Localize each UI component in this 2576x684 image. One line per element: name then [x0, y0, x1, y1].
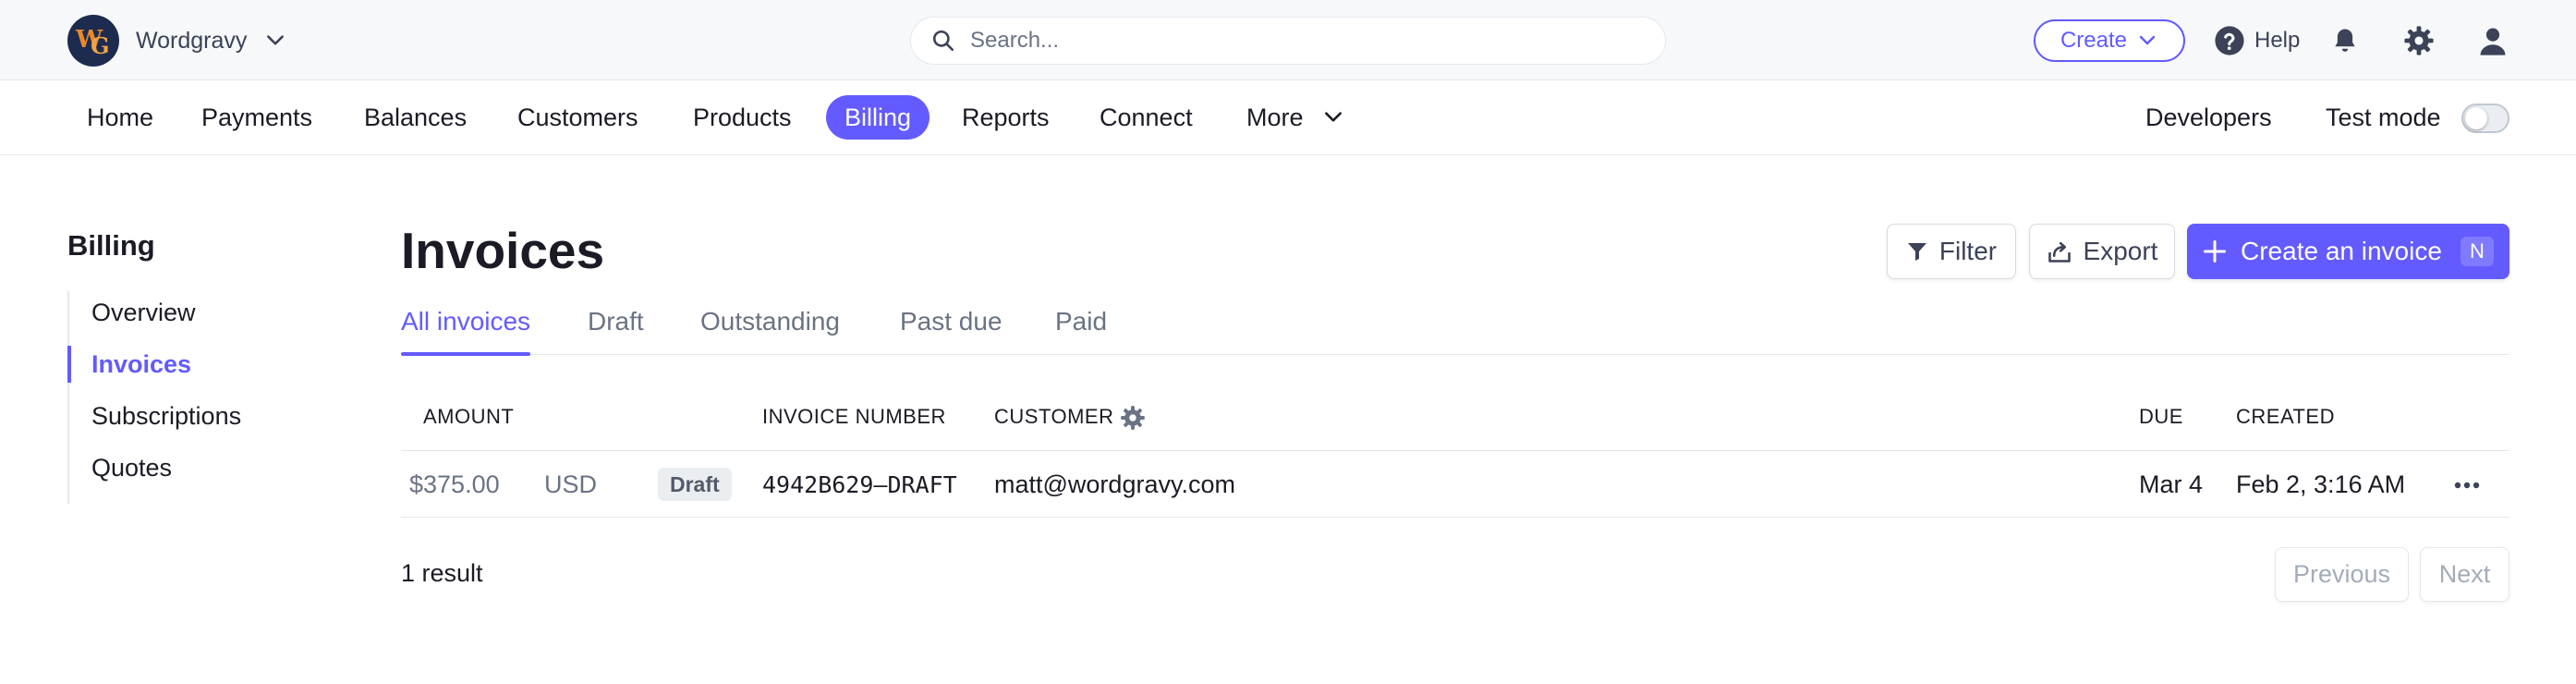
table-row[interactable]: $375.00 USD Draft 4942B629–DRAFT matt@wo… [401, 452, 2509, 518]
help-button[interactable]: Help [2214, 22, 2300, 59]
sidebar-item-overview[interactable]: Overview [91, 299, 196, 327]
chevron-down-icon [267, 35, 285, 45]
plus-icon [2203, 239, 2227, 263]
nav-item-reports[interactable]: Reports [962, 95, 1050, 140]
account-name: Wordgravy [136, 27, 248, 54]
main-nav: Home Payments Balances Customers Product… [0, 81, 2576, 155]
invoice-currency: USD [544, 470, 598, 498]
test-mode-label: Test mode [2326, 104, 2441, 131]
page-title: Invoices [401, 222, 605, 279]
account-logo: WG [67, 15, 119, 67]
row-actions-button[interactable] [2445, 472, 2489, 498]
create-button-label: Create [2060, 28, 2128, 53]
nav-item-more-label: More [1246, 104, 1304, 131]
nav-item-home[interactable]: Home [87, 95, 153, 140]
tab-paid[interactable]: Paid [1055, 307, 1107, 355]
help-label: Help [2254, 28, 2301, 53]
invoice-amount: $375.00 [409, 470, 500, 498]
column-header-invoice-number[interactable]: INVOICE NUMBER [762, 405, 946, 429]
search-input[interactable] [970, 28, 1617, 54]
column-header-customer[interactable]: CUSTOMER [994, 405, 1114, 429]
sidebar-item-invoices[interactable]: Invoices [91, 350, 191, 379]
status-badge: Draft [658, 468, 732, 501]
export-icon [2047, 241, 2071, 263]
account-menu-button[interactable] [2474, 22, 2511, 59]
chevron-down-icon [2139, 35, 2156, 45]
nav-item-developers[interactable]: Developers [2145, 95, 2272, 140]
sidebar-title: Billing [67, 229, 155, 262]
filter-icon [1907, 243, 1926, 261]
column-header-created[interactable]: CREATED [2236, 405, 2335, 429]
gear-icon [2404, 26, 2434, 55]
export-button[interactable]: Export [2029, 224, 2175, 279]
create-invoice-button[interactable]: Create an invoice N [2187, 224, 2509, 279]
sidebar-nav: Overview Invoices Subscriptions Quotes [67, 291, 308, 504]
search-icon [932, 30, 954, 52]
notifications-button[interactable] [2327, 22, 2363, 59]
nav-item-more[interactable]: More [1246, 95, 1345, 140]
top-bar: WG Wordgravy Create Help [0, 0, 2576, 80]
nav-item-payments[interactable]: Payments [201, 95, 312, 140]
chevron-down-icon [1325, 112, 1342, 122]
column-header-due[interactable]: DUE [2139, 405, 2183, 429]
create-button[interactable]: Create [2034, 19, 2185, 62]
tab-past-due[interactable]: Past due [900, 307, 1002, 355]
gear-icon[interactable] [1120, 405, 1146, 431]
export-button-label: Export [2083, 237, 2158, 265]
result-count: 1 result [401, 559, 483, 587]
keyboard-shortcut-badge: N [2460, 237, 2494, 266]
test-mode-toggle[interactable] [2461, 104, 2509, 133]
invoice-status-tabs: All invoices Draft Outstanding Past due … [401, 296, 2509, 356]
invoice-number: 4942B629–DRAFT [762, 471, 957, 498]
more-horizontal-icon [2454, 482, 2480, 489]
nav-item-balances[interactable]: Balances [364, 95, 467, 140]
table-header: AMOUNT INVOICE NUMBER CUSTOMER DUE CREAT… [401, 388, 2509, 451]
invoice-due-date: Mar 4 [2139, 470, 2204, 498]
column-header-amount[interactable]: AMOUNT [423, 405, 514, 429]
tab-draft[interactable]: Draft [588, 307, 644, 355]
settings-button[interactable] [2400, 22, 2437, 59]
tab-outstanding[interactable]: Outstanding [700, 307, 840, 355]
tab-all-invoices[interactable]: All invoices [401, 307, 531, 356]
account-switcher[interactable]: WG Wordgravy [67, 15, 287, 67]
filter-button-label: Filter [1938, 237, 1998, 265]
invoice-created-date: Feb 2, 3:16 AM [2236, 470, 2406, 498]
nav-item-connect[interactable]: Connect [1100, 95, 1193, 140]
nav-item-products[interactable]: Products [693, 95, 792, 140]
sidebar-item-quotes[interactable]: Quotes [91, 454, 172, 482]
help-icon [2215, 26, 2244, 55]
nav-item-customers[interactable]: Customers [517, 95, 638, 140]
toggle-knob [2465, 107, 2487, 129]
sidebar-item-subscriptions[interactable]: Subscriptions [91, 402, 241, 431]
previous-page-button[interactable]: Previous [2275, 547, 2409, 602]
bell-icon [2335, 29, 2355, 52]
search-bar[interactable] [910, 17, 1666, 65]
filter-button[interactable]: Filter [1887, 224, 2016, 279]
next-page-button[interactable]: Next [2420, 547, 2509, 602]
invoice-customer[interactable]: matt@wordgravy.com [994, 470, 1235, 499]
nav-item-billing[interactable]: Billing [826, 95, 930, 140]
create-invoice-label: Create an invoice [2241, 237, 2442, 265]
user-icon [2480, 28, 2506, 55]
sidebar-active-indicator [67, 346, 71, 383]
